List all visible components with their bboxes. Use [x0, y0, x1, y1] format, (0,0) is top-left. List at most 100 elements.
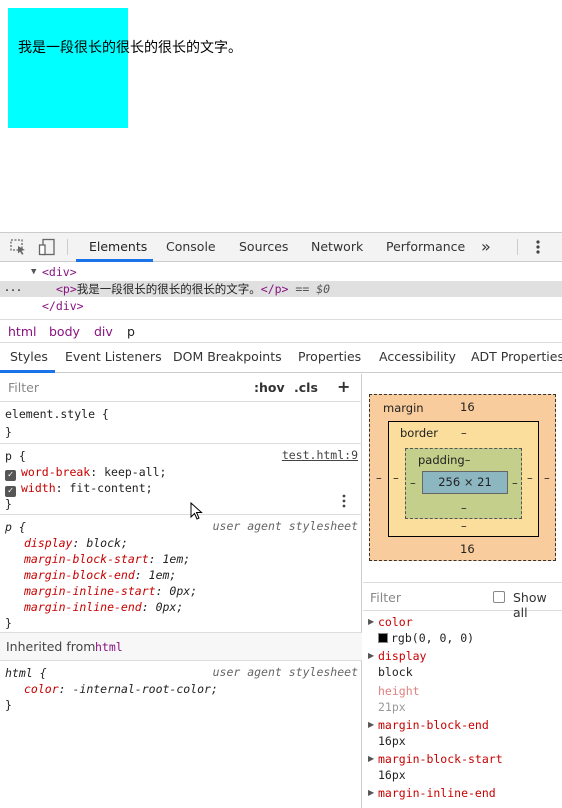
dom-node-div-close[interactable]: </div> [0, 298, 562, 314]
margin-label: margin [383, 401, 424, 415]
breadcrumb-body[interactable]: body [49, 324, 80, 339]
border-top-value[interactable]: – [461, 426, 467, 440]
expand-arrow-icon[interactable]: ▶ [368, 754, 374, 763]
rule-selector[interactable]: html { [5, 665, 47, 681]
computed-prop-value: 21px [378, 700, 406, 714]
breadcrumb: html body div p [0, 319, 562, 343]
property-value: fit-content; [69, 481, 153, 495]
style-declaration: margin-inline-start: 0px; [24, 584, 198, 598]
rule-close: } [5, 698, 12, 712]
rule-source-link[interactable]: test.html:9 [282, 448, 358, 462]
color-swatch[interactable] [378, 633, 388, 643]
computed-prop-name: margin-inline-end [378, 786, 496, 800]
toolbar-divider-right [517, 239, 518, 255]
expand-arrow-icon[interactable]: ▶ [368, 651, 374, 660]
padding-right-value[interactable]: – [512, 476, 518, 490]
page-paragraph: 我是一段很长的很长的很长的文字。 [18, 40, 242, 56]
margin-top-value[interactable]: 16 [460, 400, 475, 414]
style-rule-p-author: p { test.html:9 ✓ word-break: keep-all; ✓… [0, 445, 362, 520]
computed-prop-value: 16px [378, 768, 406, 782]
box-model-margin[interactable]: margin 16 16 – – border – – – – padding–… [369, 394, 556, 561]
padding-label: padding– [418, 453, 471, 467]
expand-arrow-icon[interactable]: ▶ [368, 617, 374, 626]
expand-triangle-icon[interactable]: ▼ [31, 264, 36, 280]
tab-dom-breakpoints[interactable]: DOM Breakpoints [173, 343, 282, 373]
styles-filter-input[interactable]: Filter [8, 380, 39, 395]
devtools-panel: Elements Console Sources Network Perform… [0, 232, 562, 808]
inherited-label: Inherited from [6, 639, 96, 654]
tab-accessibility[interactable]: Accessibility [379, 343, 456, 373]
style-declaration: display: block; [24, 536, 128, 550]
computed-prop-name: display [378, 649, 427, 663]
border-left-value[interactable]: – [393, 471, 399, 485]
hov-button[interactable]: :hov [254, 380, 285, 395]
device-toolbar-icon[interactable] [38, 238, 56, 256]
property-name: word-break [21, 465, 91, 479]
box-model-padding[interactable]: padding– – – – 256 × 21 [405, 448, 522, 519]
box-model-diagram: margin 16 16 – – border – – – – padding–… [363, 374, 562, 582]
style-declaration[interactable]: ✓ width: fit-content; [5, 480, 153, 497]
rendered-page: 我是一段很长的很长的很长的文字。 [0, 0, 562, 232]
rule-selector[interactable]: p { [5, 519, 26, 535]
tab-event-listeners[interactable]: Event Listeners [65, 343, 162, 373]
inspect-element-icon[interactable] [9, 238, 27, 256]
p-close-tag: </p> [260, 282, 289, 296]
p-text-node: 我是一段很长的很长的很长的文字。 [76, 282, 261, 296]
computed-filter-row: Filter Show all [363, 583, 562, 620]
show-all-checkbox[interactable] [493, 591, 505, 603]
inherited-from-header: Inherited from html [0, 633, 362, 661]
tab-elements[interactable]: Elements [89, 233, 147, 262]
tab-adt-properties[interactable]: ADT Properties [471, 343, 562, 373]
rule-menu-icon[interactable] [340, 493, 348, 512]
style-declaration: margin-inline-end: 0px; [24, 600, 184, 614]
more-tabs-button[interactable]: » [481, 233, 491, 262]
tab-performance[interactable]: Performance [386, 233, 465, 262]
border-right-value[interactable]: – [527, 471, 533, 485]
expand-arrow-icon[interactable]: ▶ [368, 720, 374, 729]
kebab-menu-icon[interactable] [529, 238, 547, 256]
box-model-content[interactable]: 256 × 21 [422, 471, 508, 494]
inherited-tag-link[interactable]: html [95, 640, 123, 654]
padding-bottom-value[interactable]: – [461, 501, 467, 515]
devtools-tab-bar: Elements Console Sources Network Perform… [0, 233, 562, 262]
node-actions-icon[interactable]: ... [4, 281, 22, 297]
element-style-selector[interactable]: element.style { [5, 406, 109, 422]
dom-tree: ▼ <div> ... <p>我是一段很长的很长的很长的文字。</p> == $… [0, 263, 562, 318]
dom-node-div[interactable]: ▼ <div> [0, 264, 562, 280]
tab-console[interactable]: Console [166, 233, 216, 262]
padding-left-value[interactable]: – [410, 476, 416, 490]
computed-prop-name: margin-block-start [378, 752, 503, 766]
cyan-block [8, 8, 128, 128]
breadcrumb-div[interactable]: div [94, 324, 113, 339]
styles-pane: Filter :hov .cls + element.style { } p {… [0, 374, 362, 808]
tab-network[interactable]: Network [311, 233, 363, 262]
margin-bottom-value[interactable]: 16 [460, 542, 475, 556]
selected-marker: == $0 [295, 282, 331, 296]
tab-styles[interactable]: Styles [10, 343, 48, 373]
active-subtab-indicator [0, 370, 55, 373]
computed-prop-name: margin-block-end [378, 718, 489, 732]
computed-styles-pane: Filter Show all ▶ color rgb(0, 0, 0) ▶ d… [363, 582, 562, 808]
margin-right-value[interactable]: – [544, 471, 550, 485]
cls-button[interactable]: .cls [294, 380, 318, 395]
dom-node-p-selected[interactable]: ... <p>我是一段很长的很长的很长的文字。</p> == $0 [0, 281, 562, 297]
tab-properties[interactable]: Properties [298, 343, 361, 373]
show-all-label: Show all [513, 590, 547, 620]
border-bottom-value[interactable]: – [461, 519, 467, 533]
border-label: border [400, 426, 438, 440]
margin-left-value[interactable]: – [376, 471, 382, 485]
breadcrumb-p[interactable]: p [127, 324, 135, 339]
new-style-rule-button[interactable]: + [337, 377, 350, 396]
screen: 我是一段很长的很长的很长的文字。 Elements Console Source… [0, 0, 562, 808]
breadcrumb-html[interactable]: html [8, 324, 36, 339]
computed-filter-input[interactable]: Filter [370, 590, 401, 605]
tab-sources[interactable]: Sources [239, 233, 288, 262]
expand-arrow-icon[interactable]: ▶ [368, 788, 374, 797]
div-open-tag: <div> [42, 265, 77, 279]
rule-selector[interactable]: p { [5, 448, 26, 464]
styles-filter-row: Filter :hov .cls + [0, 374, 362, 402]
style-declaration[interactable]: ✓ word-break: keep-all; [5, 464, 166, 481]
computed-prop-name: height [378, 684, 420, 698]
box-model-border[interactable]: border – – – – padding– – – – 256 × 21 [388, 421, 539, 537]
computed-prop-value: block [378, 665, 413, 679]
